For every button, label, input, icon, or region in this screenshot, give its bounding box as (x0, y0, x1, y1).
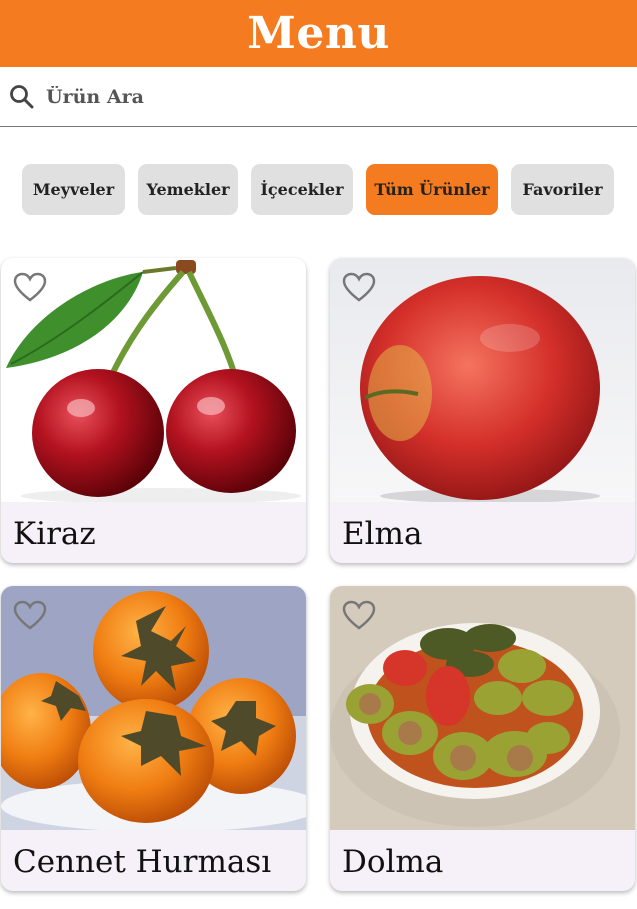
product-card-elma[interactable]: Elma (330, 258, 635, 563)
product-card-kiraz[interactable]: Kiraz (1, 258, 306, 563)
category-filter: Meyveler Yemekler İçecekler Tüm Ürünler … (0, 164, 637, 215)
search-icon (10, 85, 34, 109)
chip-yemekler[interactable]: Yemekler (138, 164, 238, 215)
product-card-cennet-hurmasi[interactable]: Cennet Hurması (1, 586, 306, 891)
chip-label: Favoriler (522, 180, 603, 199)
chip-label: Yemekler (146, 180, 230, 199)
product-name: Kiraz (13, 516, 96, 552)
favorite-heart-icon[interactable] (13, 272, 47, 302)
chip-label: Meyveler (32, 180, 115, 199)
app-bar: Menu (0, 0, 637, 67)
product-name: Elma (342, 516, 423, 552)
chip-icecekler[interactable]: İçecekler (251, 164, 353, 215)
search-bar[interactable] (0, 67, 637, 127)
favorite-heart-icon[interactable] (342, 272, 376, 302)
chip-meyveler[interactable]: Meyveler (22, 164, 125, 215)
chip-tum-urunler[interactable]: Tüm Ürünler (366, 164, 498, 215)
favorite-heart-icon[interactable] (342, 600, 376, 630)
product-card-dolma[interactable]: Dolma (330, 586, 635, 891)
product-name: Cennet Hurması (13, 844, 272, 880)
favorite-heart-icon[interactable] (13, 600, 47, 630)
chip-label: İçecekler (260, 180, 344, 199)
page-title: Menu (247, 8, 390, 59)
product-name: Dolma (342, 844, 444, 880)
chip-favoriler[interactable]: Favoriler (511, 164, 614, 215)
chip-label: Tüm Ürünler (374, 180, 490, 199)
search-input[interactable] (46, 81, 606, 113)
